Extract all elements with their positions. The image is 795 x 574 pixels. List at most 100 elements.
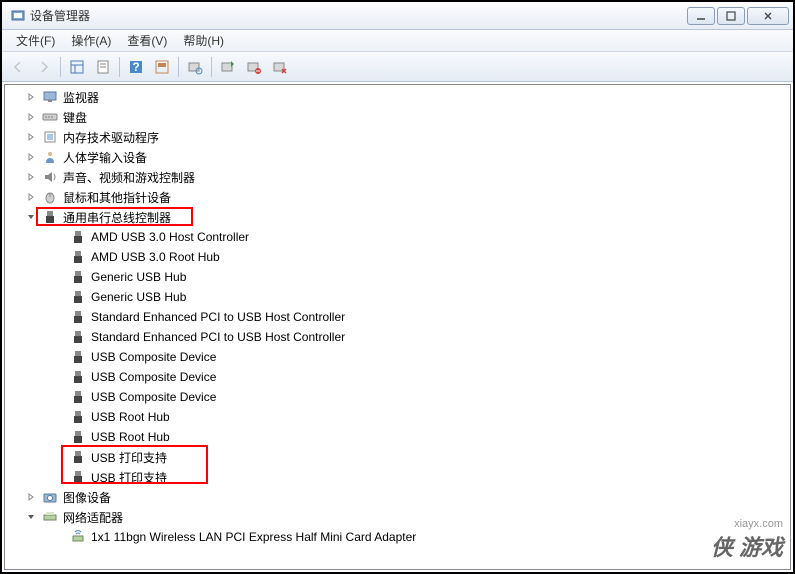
expander-icon[interactable] bbox=[25, 171, 37, 183]
category-label: 图像设备 bbox=[61, 488, 113, 507]
tree-device[interactable]: USB 打印支持 bbox=[7, 447, 788, 467]
sound-icon bbox=[42, 169, 58, 185]
expander-icon[interactable] bbox=[25, 491, 37, 503]
action-button[interactable] bbox=[150, 55, 174, 79]
device-label: Generic USB Hub bbox=[89, 269, 188, 285]
device-label: USB 打印支持 bbox=[89, 448, 169, 467]
tree-category[interactable]: 图像设备 bbox=[7, 487, 788, 507]
expander-icon[interactable] bbox=[25, 111, 37, 123]
memory-icon bbox=[42, 129, 58, 145]
expander-icon[interactable] bbox=[25, 511, 37, 523]
category-label: 声音、视频和游戏控制器 bbox=[61, 168, 197, 187]
network-icon bbox=[42, 509, 58, 525]
tree-device[interactable]: Standard Enhanced PCI to USB Host Contro… bbox=[7, 327, 788, 347]
usb-device-icon bbox=[70, 289, 86, 305]
device-label: USB 打印支持 bbox=[89, 468, 169, 487]
usb-device-icon bbox=[70, 469, 86, 485]
tree-device[interactable]: Generic USB Hub bbox=[7, 267, 788, 287]
device-label: USB Composite Device bbox=[89, 389, 218, 405]
properties-button[interactable] bbox=[91, 55, 115, 79]
titlebar: 设备管理器 bbox=[2, 2, 793, 30]
hid-icon bbox=[42, 149, 58, 165]
device-label: USB Root Hub bbox=[89, 409, 172, 425]
tree-category[interactable]: 鼠标和其他指针设备 bbox=[7, 187, 788, 207]
tree-category[interactable]: 通用串行总线控制器 bbox=[7, 207, 788, 227]
device-label: AMD USB 3.0 Root Hub bbox=[89, 249, 222, 265]
toolbar-separator bbox=[211, 57, 212, 77]
usb-device-icon bbox=[70, 329, 86, 345]
expander-icon[interactable] bbox=[25, 131, 37, 143]
tree-device[interactable]: USB Root Hub bbox=[7, 407, 788, 427]
tree-device[interactable]: Generic USB Hub bbox=[7, 287, 788, 307]
device-label: USB Composite Device bbox=[89, 349, 218, 365]
show-hide-console-button[interactable] bbox=[65, 55, 89, 79]
tree-device[interactable]: Standard Enhanced PCI to USB Host Contro… bbox=[7, 307, 788, 327]
category-label: 人体学输入设备 bbox=[61, 148, 149, 167]
toolbar: ? bbox=[2, 52, 793, 82]
minimize-button[interactable] bbox=[687, 7, 715, 25]
expander-icon[interactable] bbox=[25, 211, 37, 223]
menu-view[interactable]: 查看(V) bbox=[119, 30, 175, 51]
expander-icon[interactable] bbox=[25, 191, 37, 203]
tree-category[interactable]: 人体学输入设备 bbox=[7, 147, 788, 167]
tree-device[interactable]: AMD USB 3.0 Host Controller bbox=[7, 227, 788, 247]
back-button bbox=[6, 55, 30, 79]
device-label: USB Root Hub bbox=[89, 429, 172, 445]
tree-category[interactable]: 内存技术驱动程序 bbox=[7, 127, 788, 147]
device-label: Standard Enhanced PCI to USB Host Contro… bbox=[89, 309, 347, 325]
help-button[interactable]: ? bbox=[124, 55, 148, 79]
toolbar-separator bbox=[178, 57, 179, 77]
device-label: 1x1 11bgn Wireless LAN PCI Express Half … bbox=[89, 529, 418, 545]
toolbar-separator bbox=[119, 57, 120, 77]
category-label: 键盘 bbox=[61, 108, 89, 127]
category-label: 通用串行总线控制器 bbox=[61, 208, 173, 227]
tree-category[interactable]: 监视器 bbox=[7, 87, 788, 107]
keyboard-icon bbox=[42, 109, 58, 125]
window-title: 设备管理器 bbox=[30, 7, 687, 24]
menu-help[interactable]: 帮助(H) bbox=[175, 30, 232, 51]
tree-device[interactable]: USB Composite Device bbox=[7, 387, 788, 407]
usb-device-icon bbox=[70, 449, 86, 465]
tree-device[interactable]: USB Composite Device bbox=[7, 367, 788, 387]
usb-device-icon bbox=[70, 249, 86, 265]
imaging-icon bbox=[42, 489, 58, 505]
usb-device-icon bbox=[70, 429, 86, 445]
disable-button[interactable] bbox=[268, 55, 292, 79]
category-label: 鼠标和其他指针设备 bbox=[61, 188, 173, 207]
usb-device-icon bbox=[70, 369, 86, 385]
tree-device[interactable]: USB Composite Device bbox=[7, 347, 788, 367]
usb-icon bbox=[42, 209, 58, 225]
category-label: 网络适配器 bbox=[61, 508, 125, 527]
forward-button bbox=[32, 55, 56, 79]
usb-device-icon bbox=[70, 269, 86, 285]
window-controls bbox=[687, 7, 789, 25]
usb-device-icon bbox=[70, 409, 86, 425]
expander-icon[interactable] bbox=[25, 151, 37, 163]
tree-device[interactable]: USB 打印支持 bbox=[7, 467, 788, 487]
menu-file[interactable]: 文件(F) bbox=[8, 30, 63, 51]
usb-device-icon bbox=[70, 389, 86, 405]
tree-content: 监视器键盘内存技术驱动程序人体学输入设备声音、视频和游戏控制器鼠标和其他指针设备… bbox=[4, 84, 791, 570]
app-icon bbox=[10, 8, 26, 24]
uninstall-button[interactable] bbox=[242, 55, 266, 79]
update-driver-button[interactable] bbox=[216, 55, 240, 79]
menubar: 文件(F) 操作(A) 查看(V) 帮助(H) bbox=[2, 30, 793, 52]
device-label: Standard Enhanced PCI to USB Host Contro… bbox=[89, 329, 347, 345]
maximize-button[interactable] bbox=[717, 7, 745, 25]
toolbar-separator bbox=[60, 57, 61, 77]
menu-action[interactable]: 操作(A) bbox=[63, 30, 119, 51]
tree-device[interactable]: 1x1 11bgn Wireless LAN PCI Express Half … bbox=[7, 527, 788, 547]
category-label: 监视器 bbox=[61, 88, 101, 107]
device-tree: 监视器键盘内存技术驱动程序人体学输入设备声音、视频和游戏控制器鼠标和其他指针设备… bbox=[5, 85, 790, 549]
tree-category[interactable]: 键盘 bbox=[7, 107, 788, 127]
monitor-icon bbox=[42, 89, 58, 105]
tree-category[interactable]: 网络适配器 bbox=[7, 507, 788, 527]
tree-category[interactable]: 声音、视频和游戏控制器 bbox=[7, 167, 788, 187]
expander-icon[interactable] bbox=[25, 91, 37, 103]
scan-hardware-button[interactable] bbox=[183, 55, 207, 79]
tree-device[interactable]: USB Root Hub bbox=[7, 427, 788, 447]
category-label: 内存技术驱动程序 bbox=[61, 128, 161, 147]
tree-device[interactable]: AMD USB 3.0 Root Hub bbox=[7, 247, 788, 267]
device-label: AMD USB 3.0 Host Controller bbox=[89, 229, 251, 245]
close-button[interactable] bbox=[747, 7, 789, 25]
